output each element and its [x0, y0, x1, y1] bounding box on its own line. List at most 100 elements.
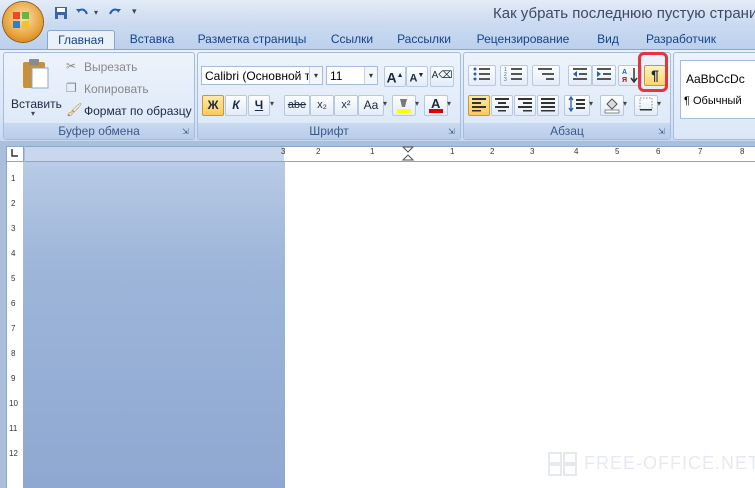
brush-icon: 🖌 [66, 102, 83, 117]
change-case-button[interactable]: Aa [358, 95, 384, 116]
shading-dropdown-icon[interactable]: ▾ [623, 99, 627, 108]
tab-home[interactable]: Главная [47, 30, 115, 50]
tab-insert[interactable]: Вставка [122, 30, 182, 49]
ruler-tick: 7 [11, 324, 16, 333]
redo-button[interactable] [106, 4, 126, 24]
copy-label: Копировать [84, 82, 149, 96]
increase-indent-icon [597, 68, 611, 80]
ruler-tick: 5 [615, 147, 620, 156]
shading-button[interactable] [600, 95, 624, 116]
windows-logo-icon [548, 452, 577, 476]
cut-label: Вырезать [84, 60, 138, 74]
ruler-tick: 4 [574, 147, 579, 156]
watermark: FREE-OFFICE.NET [548, 452, 755, 476]
style-normal-tile[interactable]: AaBbCcDc ¶ Обычный [680, 60, 755, 119]
strikethrough-button[interactable]: abe [284, 95, 310, 116]
pilcrow-highlight-frame [638, 52, 668, 92]
font-group: Calibri (Основной те ▾ 11 ▾ A▲ A▼ A⌫ Ж К… [197, 52, 461, 140]
grow-font-button[interactable]: A▲ [384, 66, 406, 87]
justify-button[interactable] [537, 95, 559, 116]
underline-button[interactable]: Ч [248, 95, 270, 116]
subscript-button[interactable]: x₂ [310, 95, 334, 116]
copy-button[interactable]: ❐ Копировать [66, 80, 191, 98]
font-color-button[interactable]: A [424, 95, 448, 116]
align-right-button[interactable] [514, 95, 536, 116]
clipboard-launcher-icon[interactable]: ⇲ [182, 127, 192, 137]
ruler-tick: 2 [490, 147, 495, 156]
font-color-dropdown-icon[interactable]: ▾ [447, 99, 451, 108]
line-spacing-icon [568, 95, 585, 113]
quick-access-customize-icon[interactable]: ▾ [132, 6, 137, 17]
indent-marker-icon[interactable] [402, 146, 414, 162]
style-normal-label: ¶ Обычный [684, 95, 742, 107]
paragraph-launcher-icon[interactable]: ⇲ [658, 127, 668, 137]
format-painter-label: Формат по образцу [84, 104, 192, 118]
redo-icon [109, 8, 121, 15]
borders-button[interactable] [634, 95, 658, 116]
scissors-icon: ✂ [66, 59, 77, 73]
tab-page-layout[interactable]: Разметка страницы [192, 30, 312, 49]
clear-formatting-icon: A⌫ [431, 70, 453, 81]
clear-formatting-button[interactable]: A⌫ [430, 66, 454, 87]
ruler-tick: 11 [9, 424, 18, 433]
horizontal-ruler[interactable]: 3 2 1 1 2 3 4 5 6 7 8 [281, 146, 755, 162]
highlighter-icon [397, 99, 411, 113]
bold-button[interactable]: Ж [202, 95, 224, 116]
tab-review[interactable]: Рецензирование [467, 30, 579, 49]
shrink-font-label: A [409, 72, 418, 85]
font-size-value: 11 [330, 69, 343, 83]
clipboard-group-label: Буфер обмена [4, 123, 194, 139]
vertical-ruler[interactable]: 1 2 3 4 5 6 7 8 9 10 11 12 [6, 162, 24, 488]
undo-dropdown-icon[interactable]: ▾ [94, 8, 98, 17]
change-case-dropdown-icon[interactable]: ▾ [383, 99, 387, 108]
window-title: Как убрать последнюю пустую страни [493, 5, 755, 22]
borders-dropdown-icon[interactable]: ▾ [657, 99, 661, 108]
font-name-dropdown-icon[interactable]: ▾ [309, 67, 322, 84]
format-painter-button[interactable]: 🖌 Формат по образцу [66, 102, 192, 120]
tab-selector[interactable] [6, 146, 24, 162]
font-size-dropdown-icon[interactable]: ▾ [364, 67, 377, 84]
tab-mailings[interactable]: Рассылки [392, 30, 456, 49]
ribbon-tabs: Главная Вставка Разметка страницы Ссылки… [0, 27, 755, 50]
superscript-button[interactable]: x² [334, 95, 358, 116]
font-size-combo[interactable]: 11 ▾ [326, 66, 378, 85]
svg-text:3: 3 [504, 77, 507, 82]
shrink-font-button[interactable]: A▼ [406, 66, 428, 87]
align-center-button[interactable] [491, 95, 513, 116]
bullets-icon [473, 67, 490, 81]
ruler-tick: 4 [11, 249, 16, 258]
increase-indent-button[interactable] [592, 65, 616, 86]
save-button[interactable] [52, 4, 72, 24]
align-left-button[interactable] [468, 95, 490, 116]
decrease-indent-button[interactable] [568, 65, 592, 86]
line-spacing-dropdown-icon[interactable]: ▾ [589, 99, 593, 108]
align-right-icon [518, 98, 532, 112]
sort-icon: AЯ [622, 68, 638, 84]
svg-text:Я: Я [622, 77, 627, 84]
numbering-button[interactable]: 123 [500, 65, 528, 86]
tab-view[interactable]: Вид [590, 30, 626, 49]
ruler-tick: 7 [698, 147, 703, 156]
font-name-combo[interactable]: Calibri (Основной те ▾ [201, 66, 323, 85]
paste-dropdown-icon[interactable]: ▾ [31, 109, 35, 118]
bullets-button[interactable] [468, 65, 496, 86]
tab-developer[interactable]: Разработчик [636, 30, 726, 49]
left-tab-icon [11, 149, 18, 157]
cut-button[interactable]: ✂ Вырезать [66, 58, 191, 76]
paste-icon [23, 59, 49, 89]
italic-button[interactable]: К [225, 95, 247, 116]
ruler-tick: 2 [316, 147, 321, 156]
highlight-dropdown-icon[interactable]: ▾ [415, 99, 419, 108]
ruler-tick: 9 [11, 374, 16, 383]
ruler-tick: 10 [9, 399, 18, 408]
font-launcher-icon[interactable]: ⇲ [448, 127, 458, 137]
paste-button[interactable]: Вставить ▾ [8, 57, 62, 118]
undo-button[interactable] [73, 4, 93, 24]
document-page[interactable] [285, 162, 755, 488]
underline-dropdown-icon[interactable]: ▾ [270, 99, 274, 108]
ruler-tick: 3 [530, 147, 535, 156]
tab-references[interactable]: Ссылки [323, 30, 381, 49]
highlight-color-button[interactable] [392, 95, 416, 116]
line-spacing-button[interactable] [564, 95, 590, 116]
multilevel-list-button[interactable] [532, 65, 560, 86]
